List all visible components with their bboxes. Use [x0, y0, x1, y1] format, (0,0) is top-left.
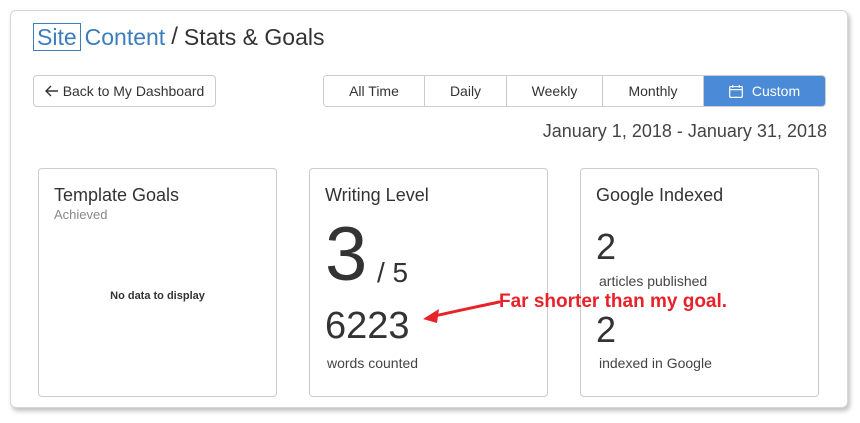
- date-sep: -: [676, 121, 683, 141]
- articles-published-label: articles published: [599, 273, 708, 289]
- writing-level-max: / 5: [377, 257, 409, 288]
- indexed-label: indexed in Google: [599, 355, 712, 371]
- writing-level-card: Writing Level 3 / 5 6223 words counted: [309, 168, 548, 397]
- screenshot-frame: Site Content / Stats & Goals Back to My …: [10, 10, 848, 408]
- back-to-dashboard-button[interactable]: Back to My Dashboard: [33, 75, 216, 107]
- range-label: All Time: [349, 83, 399, 99]
- card-title: Google Indexed: [596, 185, 724, 205]
- range-label: Daily: [449, 83, 482, 99]
- page-title: Stats & Goals: [183, 23, 325, 50]
- range-weekly[interactable]: Weekly: [507, 76, 603, 106]
- range-custom[interactable]: Custom: [704, 76, 825, 106]
- logo-site[interactable]: Site: [33, 23, 81, 51]
- words-count-label: words counted: [327, 355, 419, 371]
- logo-content[interactable]: Content: [85, 24, 166, 51]
- indexed-value: 2: [596, 309, 617, 350]
- range-label: Monthly: [628, 83, 678, 99]
- date-range-display: January 1, 2018 - January 31, 2018: [543, 121, 827, 142]
- range-label: Custom: [751, 83, 801, 99]
- date-range-selector: All Time Daily Weekly Monthly Custom: [323, 75, 826, 107]
- arrow-left-icon: [44, 85, 58, 97]
- card-title: Writing Level: [325, 185, 429, 205]
- google-indexed-card: Google Indexed 2 articles published 2 in…: [580, 168, 819, 397]
- breadcrumb-separator: /: [171, 23, 178, 50]
- annotation-text: Far shorter than my goal.: [499, 291, 728, 312]
- breadcrumb: Site Content / Stats & Goals: [33, 23, 325, 51]
- card-subtitle: Achieved: [54, 207, 108, 222]
- card-title: Template Goals: [54, 185, 180, 205]
- writing-level-value: 3: [325, 212, 368, 297]
- words-count-value: 6223: [325, 305, 410, 347]
- empty-state-text: No data to display: [110, 290, 205, 302]
- range-all-time[interactable]: All Time: [324, 76, 425, 106]
- range-label: Weekly: [531, 83, 578, 99]
- date-end: January 31, 2018: [687, 121, 827, 141]
- date-start: January 1, 2018: [542, 121, 672, 141]
- range-daily[interactable]: Daily: [425, 76, 507, 106]
- calendar-icon: [728, 84, 743, 98]
- annotation-arrow-icon: [423, 300, 501, 323]
- template-goals-card: Template Goals Achieved No data to displ…: [38, 168, 277, 397]
- range-monthly[interactable]: Monthly: [603, 76, 704, 106]
- back-button-label: Back to My Dashboard: [62, 83, 205, 99]
- articles-published-value: 2: [596, 226, 617, 267]
